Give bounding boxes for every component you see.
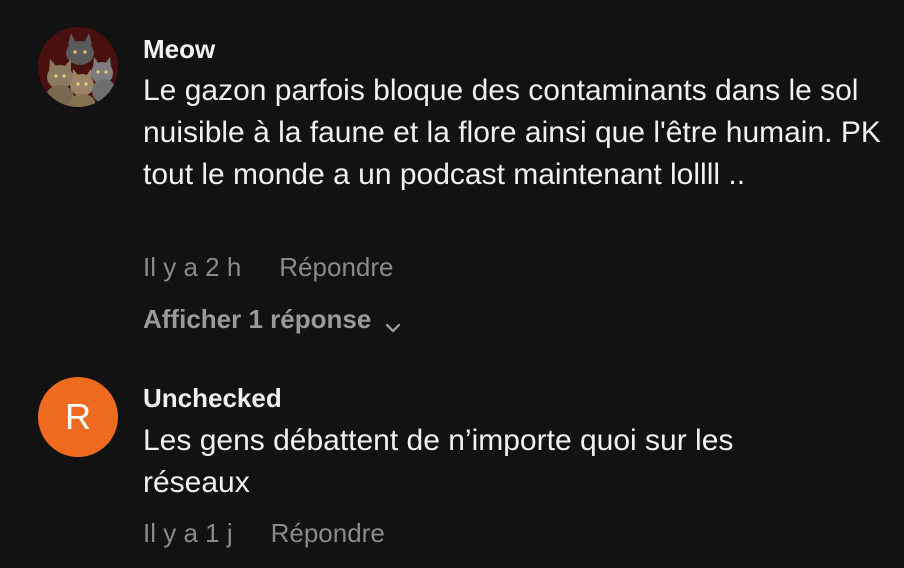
- reply-button[interactable]: Répondre: [271, 518, 385, 548]
- reply-button[interactable]: Répondre: [279, 252, 393, 282]
- chevron-down-icon: [385, 312, 401, 332]
- avatar[interactable]: [38, 27, 118, 107]
- avatar[interactable]: R: [38, 377, 118, 457]
- comment-author[interactable]: Unchecked: [143, 383, 282, 414]
- comment-time: Il y a 2 h: [143, 252, 242, 282]
- show-replies-label: Afficher 1 réponse: [143, 304, 372, 334]
- comment-text: Les gens débattent de n’importe quoi sur…: [143, 424, 734, 499]
- cats-avatar-icon: [38, 27, 118, 107]
- comment-text: Le gazon parfois bloque des contaminants…: [143, 74, 881, 191]
- comment-meta: Il y a 1 j Répondre: [143, 518, 385, 549]
- comment-time: Il y a 1 j: [143, 518, 233, 548]
- comment-author[interactable]: Meow: [143, 34, 215, 65]
- show-replies-button[interactable]: Afficher 1 réponse: [143, 304, 401, 335]
- comment-meta: Il y a 2 h Répondre: [143, 252, 393, 283]
- avatar-letter: R: [65, 396, 91, 437]
